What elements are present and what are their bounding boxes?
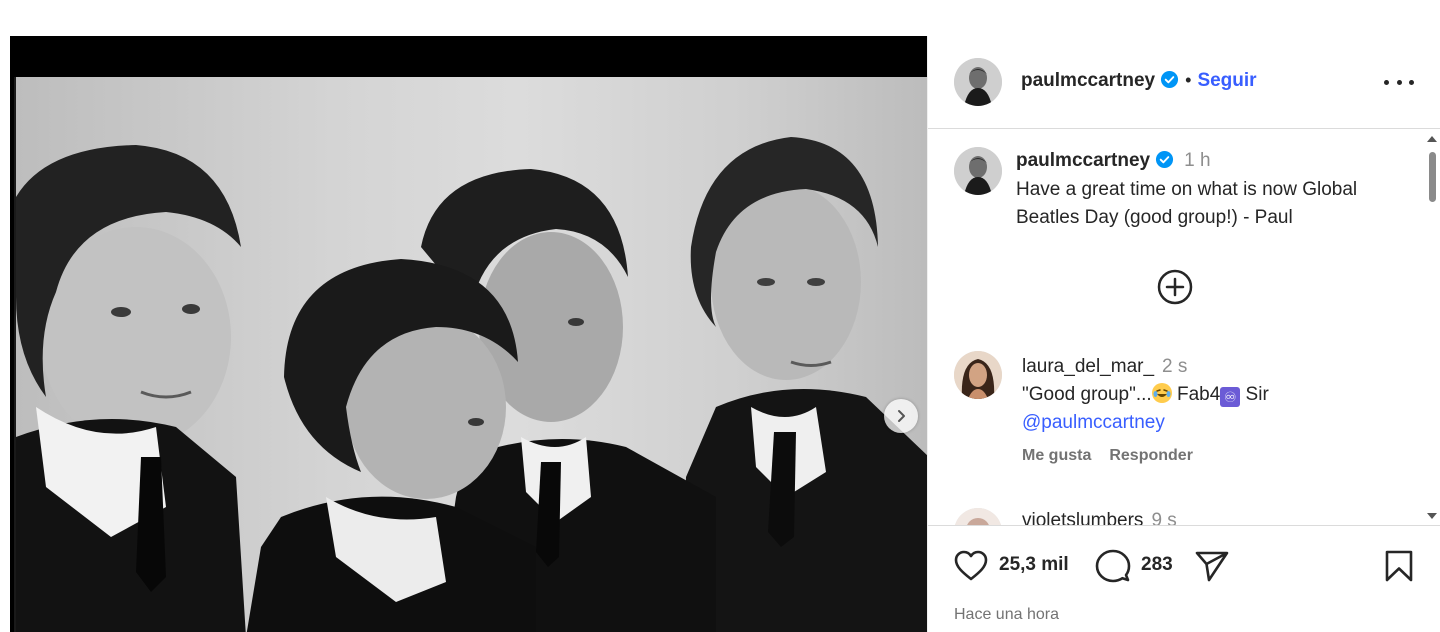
comment-text-end: Sir — [1240, 384, 1269, 405]
follow-button[interactable]: Seguir — [1197, 70, 1256, 91]
commenter-avatar[interactable] — [954, 351, 1002, 399]
comment-like-button[interactable]: Me gusta — [1022, 447, 1091, 464]
comment-time-2[interactable]: 9 s — [1151, 510, 1176, 525]
avatar-image — [954, 508, 1002, 525]
scroll-down-arrow[interactable] — [1427, 513, 1437, 519]
caption-time[interactable]: 1 h — [1184, 150, 1210, 171]
comment-mention-link[interactable]: @paulmccartney — [1022, 412, 1165, 433]
like-count[interactable]: 25,3 mil — [999, 554, 1069, 576]
post-sidebar: paulmccartney • Seguir paulmccartney 1 h Ha… — [927, 36, 1440, 632]
comment-item: laura_del_mar_ 2 s "Good group"... Fab4 ♾ … — [1022, 354, 1402, 465]
laughing-emoji-icon — [1151, 383, 1172, 403]
avatar-image — [954, 58, 1002, 106]
avatar-image — [954, 351, 1002, 399]
commenter-avatar-2[interactable] — [954, 508, 1002, 525]
header-line: paulmccartney • Seguir — [1021, 70, 1257, 92]
comment-author[interactable]: laura_del_mar_ — [1022, 356, 1154, 377]
post-photo[interactable] — [14, 77, 927, 632]
comment-text-start: "Good group"... — [1022, 384, 1152, 405]
heart-icon[interactable] — [954, 550, 988, 582]
avatar-image — [954, 147, 1002, 195]
caption-header: paulmccartney 1 h — [1016, 147, 1416, 176]
comment-item-2: violetslumbers 9 s — [1022, 508, 1177, 525]
bookmark-icon[interactable] — [1384, 550, 1414, 582]
header-separator: • — [1185, 70, 1192, 90]
comment-time[interactable]: 2 s — [1162, 356, 1187, 377]
comments-section[interactable]: paulmccartney 1 h Have a great time on wh… — [928, 130, 1440, 525]
verified-badge-icon — [1161, 70, 1179, 89]
comment-icon[interactable] — [1095, 549, 1131, 583]
comment-author-2[interactable]: violetslumbers — [1022, 510, 1143, 525]
comment-actions: Me gusta Responder — [1022, 447, 1402, 465]
infinity-emoji-icon: ♾ — [1220, 387, 1241, 407]
share-icon[interactable] — [1195, 550, 1229, 582]
caption: paulmccartney 1 h Have a great time on wh… — [1016, 147, 1416, 232]
post-header: paulmccartney • Seguir — [928, 36, 1440, 129]
post-actions-bar: 25,3 mil 283 Hace una hora — [928, 525, 1440, 632]
posted-time[interactable]: Hace una hora — [954, 606, 1059, 624]
photo-illustration — [16, 137, 927, 632]
verified-badge-icon — [1156, 150, 1174, 169]
comments-scrollbar[interactable] — [1423, 130, 1440, 525]
load-more-comments-button[interactable] — [1156, 268, 1194, 306]
comment-text-mid: Fab4 — [1171, 384, 1221, 405]
scroll-up-arrow[interactable] — [1427, 136, 1437, 142]
next-photo-button[interactable] — [884, 399, 918, 433]
caption-line-2: Beatles Day (good group!) - Paul — [1016, 207, 1293, 228]
plus-circle-icon — [1157, 269, 1193, 305]
comment-count[interactable]: 283 — [1141, 554, 1173, 576]
comment-mention-line: @paulmccartney — [1022, 409, 1402, 437]
author-username[interactable]: paulmccartney — [1021, 70, 1155, 91]
chevron-right-icon — [898, 410, 905, 422]
post-media — [10, 36, 927, 632]
author-avatar[interactable] — [954, 58, 1002, 106]
caption-author[interactable]: paulmccartney — [1016, 150, 1150, 171]
comment-text: "Good group"... Fab4 ♾ Sir — [1022, 381, 1402, 409]
more-options-icon[interactable] — [1384, 70, 1414, 94]
comment-reply-button[interactable]: Responder — [1109, 447, 1193, 464]
scroll-thumb[interactable] — [1429, 152, 1436, 202]
comment-header: laura_del_mar_ 2 s — [1022, 354, 1402, 381]
caption-line-1: Have a great time on what is now Global — [1016, 179, 1358, 200]
caption-avatar[interactable] — [954, 147, 1002, 195]
